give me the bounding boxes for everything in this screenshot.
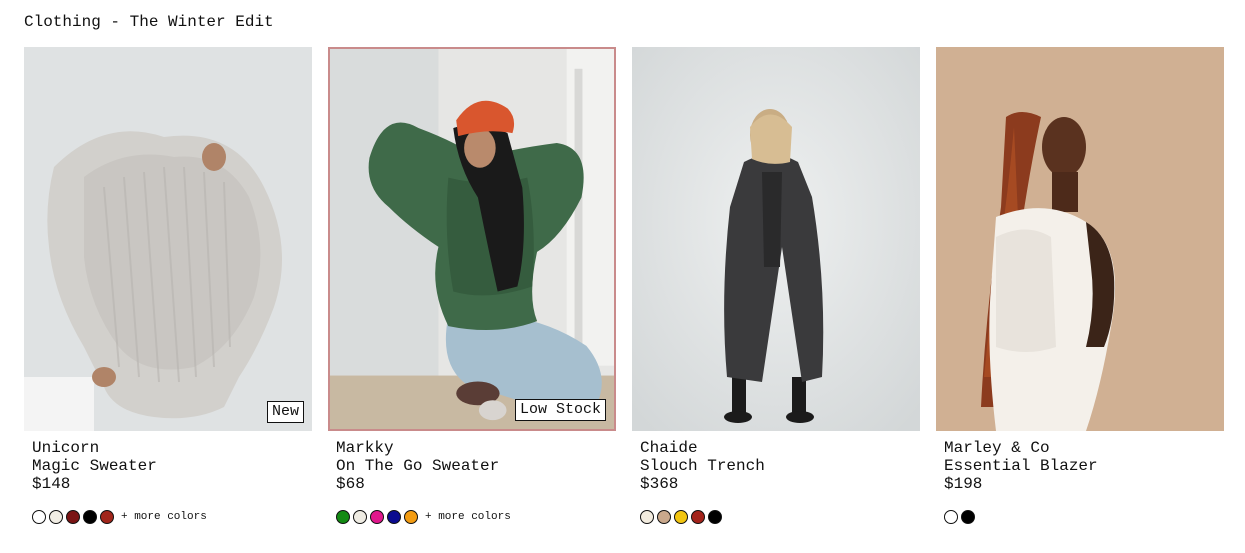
model-white-blazer-photo	[936, 47, 1224, 431]
color-swatch[interactable]	[336, 510, 350, 524]
color-swatches	[944, 509, 978, 525]
product-price: $68	[336, 475, 365, 493]
product-brand: Chaide	[640, 439, 698, 457]
product-name[interactable]: On The Go Sweater	[336, 457, 499, 475]
color-swatch[interactable]	[49, 510, 63, 524]
color-swatch[interactable]	[100, 510, 114, 524]
product-card[interactable]: New Unicorn Magic Sweater $148 + more co…	[24, 47, 312, 537]
low-stock-badge: Low Stock	[514, 399, 606, 421]
color-swatch[interactable]	[961, 510, 975, 524]
product-name[interactable]: Magic Sweater	[32, 457, 157, 475]
color-swatch[interactable]	[66, 510, 80, 524]
color-swatches	[640, 509, 725, 525]
product-image[interactable]	[632, 47, 920, 431]
color-swatch[interactable]	[674, 510, 688, 524]
color-swatch[interactable]	[691, 510, 705, 524]
model-white-sweater-photo	[24, 47, 312, 431]
product-card[interactable]: Chaide Slouch Trench $368	[632, 47, 920, 537]
product-info: Unicorn Magic Sweater $148	[32, 439, 157, 493]
color-swatch[interactable]	[83, 510, 97, 524]
product-image[interactable]: New	[24, 47, 312, 431]
product-image[interactable]: Low Stock	[328, 47, 616, 431]
color-swatch[interactable]	[370, 510, 384, 524]
product-price: $148	[32, 475, 71, 493]
product-info: Chaide Slouch Trench $368	[640, 439, 765, 493]
model-dark-trench-photo	[632, 47, 920, 431]
more-colors-link[interactable]: + more colors	[425, 510, 511, 524]
color-swatch[interactable]	[353, 510, 367, 524]
product-brand: Unicorn	[32, 439, 100, 457]
product-image[interactable]	[936, 47, 1224, 431]
product-listing-page: Clothing - The Winter Edit New Unicorn M…	[0, 0, 1245, 553]
product-name[interactable]: Essential Blazer	[944, 457, 1098, 475]
product-info: Marley & Co Essential Blazer $198	[944, 439, 1098, 493]
color-swatch[interactable]	[387, 510, 401, 524]
color-swatch[interactable]	[708, 510, 722, 524]
color-swatch[interactable]	[404, 510, 418, 524]
color-swatch[interactable]	[32, 510, 46, 524]
page-title: Clothing - The Winter Edit	[24, 13, 274, 31]
product-price: $198	[944, 475, 983, 493]
new-badge: New	[266, 401, 304, 423]
model-green-sweater-photo	[330, 49, 614, 429]
product-brand: Marley & Co	[944, 439, 1050, 457]
product-name[interactable]: Slouch Trench	[640, 457, 765, 475]
more-colors-link[interactable]: + more colors	[121, 510, 207, 524]
product-grid: New Unicorn Magic Sweater $148 + more co…	[24, 47, 1224, 537]
product-price: $368	[640, 475, 679, 493]
product-card[interactable]: Marley & Co Essential Blazer $198	[936, 47, 1224, 537]
color-swatch[interactable]	[944, 510, 958, 524]
product-card[interactable]: Low Stock Markky On The Go Sweater $68 +…	[328, 47, 616, 537]
color-swatches: + more colors	[32, 509, 207, 525]
product-brand: Markky	[336, 439, 394, 457]
color-swatch[interactable]	[640, 510, 654, 524]
color-swatch[interactable]	[657, 510, 671, 524]
product-info: Markky On The Go Sweater $68	[336, 439, 499, 493]
color-swatches: + more colors	[336, 509, 511, 525]
